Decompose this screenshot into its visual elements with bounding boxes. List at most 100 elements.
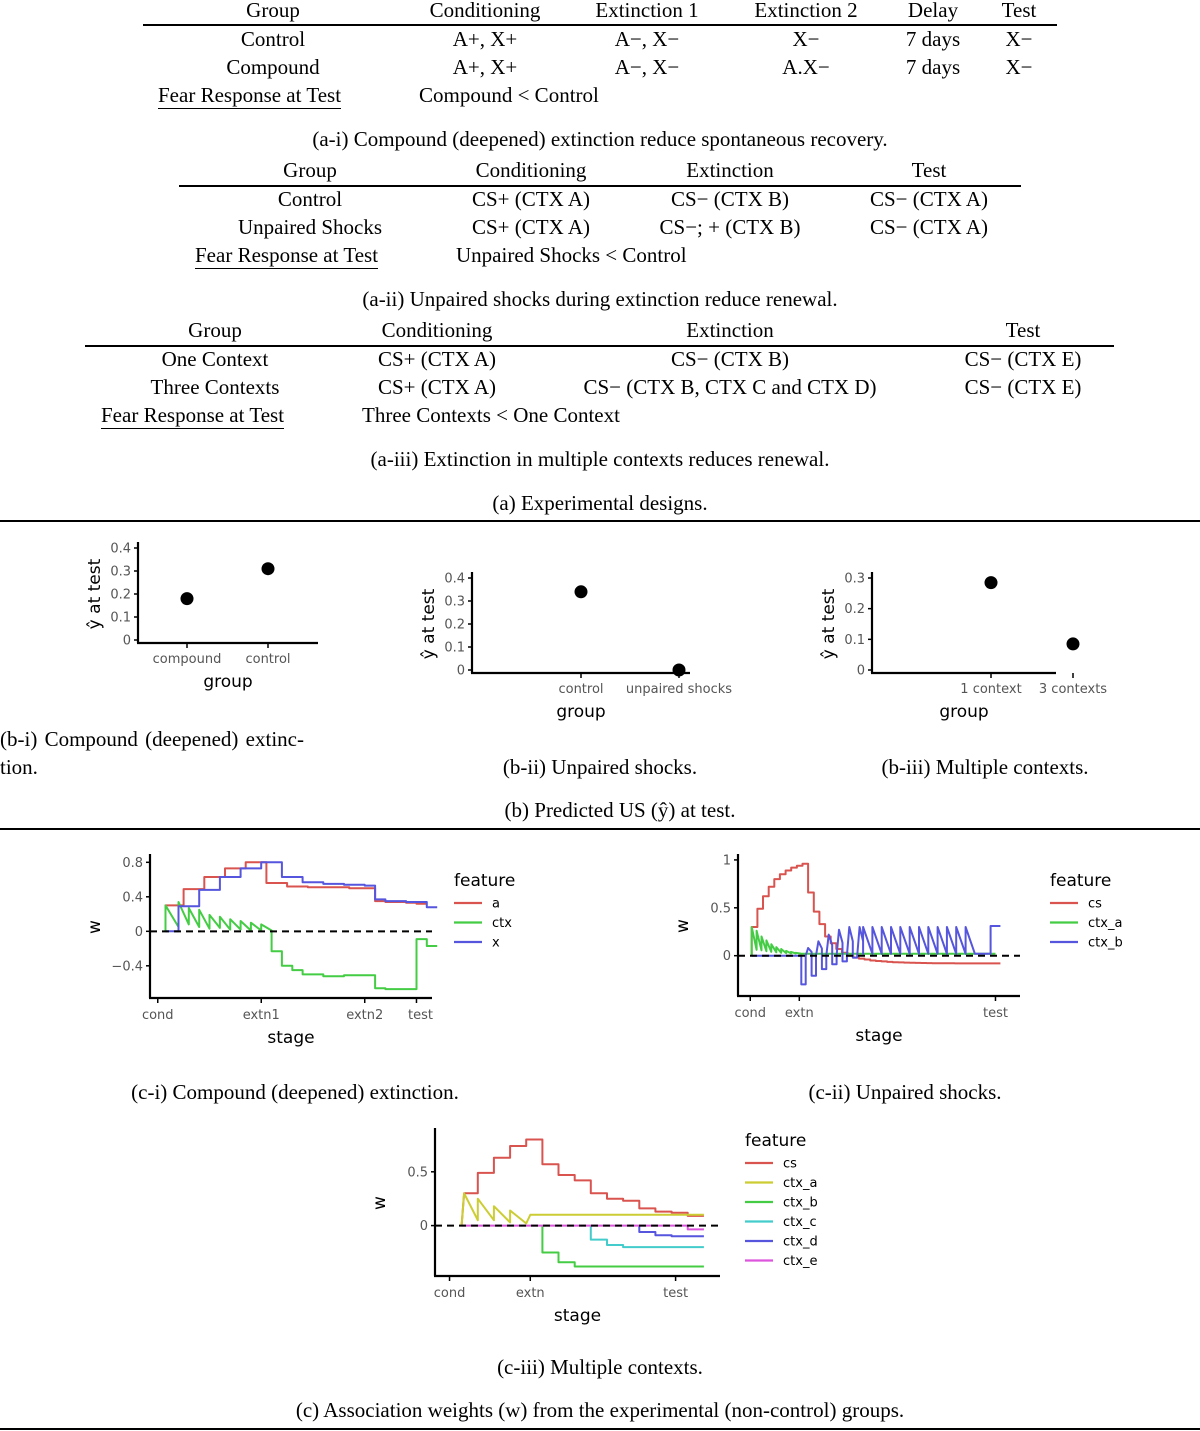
x-tick-label: 1 context: [960, 682, 1021, 697]
table-header: Test: [1001, 0, 1037, 22]
chart-b-ii: 0 0.1 0.2 0.3 0.4 control unpaired shocks group…: [419, 572, 732, 723]
table-cell: CS− (CTX E): [964, 375, 1082, 399]
chart-c-iii: 0 0.5 cond extn test stage w feature cs ctx_a ctx_…: [370, 1128, 818, 1326]
x-tick-label: test: [408, 1008, 433, 1023]
table-cell: A−, X−: [614, 27, 680, 51]
table-header: Test: [911, 158, 947, 182]
table-cell: CS+ (CTX A): [471, 215, 591, 239]
legend-label: ctx_a: [783, 1176, 817, 1191]
table-header: Extinction: [686, 158, 774, 182]
table-header: Extinction 1: [595, 0, 699, 22]
y-axis-title: ŷ at test: [419, 588, 439, 659]
table-cell: CS− (CTX A): [869, 187, 989, 211]
table-cell: One Context: [161, 347, 269, 371]
legend-label: ctx_c: [783, 1215, 817, 1230]
data-point: [672, 663, 686, 677]
legend-label: ctx_d: [783, 1235, 818, 1250]
table-header: Test: [1005, 318, 1041, 342]
caption-b-i-line2: tion.: [0, 755, 38, 779]
caption-c-iii: (c-iii) Multiple contexts.: [497, 1355, 703, 1379]
result-value: Three Contexts < One Context: [362, 403, 620, 427]
y-tick-label: 0: [123, 634, 131, 649]
caption-a-iii: (a-iii) Extinction in multiple contexts …: [370, 447, 830, 471]
section-divider: [0, 1428, 1200, 1430]
y-tick-label: 0.1: [110, 611, 131, 626]
x-tick-label: test: [663, 1286, 688, 1301]
caption-b-ii: (b-ii) Unpaired shocks.: [502, 755, 698, 779]
caption-a: (a) Experimental designs.: [492, 491, 708, 515]
y-axis-title: ŷ at test: [819, 588, 839, 659]
y-tick-label: 0: [457, 664, 465, 679]
table-header: Group: [283, 158, 337, 182]
x-axis-title: stage: [267, 1028, 314, 1048]
y-tick-label: 0.5: [407, 1165, 428, 1180]
y-tick-label: 0: [420, 1219, 428, 1234]
table-cell: X−: [1005, 55, 1033, 79]
caption-a-ii: (a-ii) Unpaired shocks during extinction…: [362, 287, 838, 311]
caption-b-iii: (b-iii) Multiple contexts.: [881, 755, 1089, 779]
table-cell: CS+ (CTX A): [471, 187, 591, 211]
chart-b-iii: 0 0.1 0.2 0.3 1 context 3 contexts group ŷ at t…: [819, 572, 1107, 723]
y-tick-label: −0.4: [111, 959, 143, 974]
table-header: Group: [188, 318, 242, 342]
x-tick-label: extn2: [346, 1008, 383, 1023]
legend-label: ctx_b: [1088, 936, 1123, 951]
table-header: Extinction: [686, 318, 774, 342]
x-tick-label: control: [245, 652, 290, 667]
series-line-cs: [460, 1138, 704, 1226]
y-tick-label: 0.5: [710, 901, 731, 916]
table-cell: 7 days: [905, 27, 961, 51]
caption-b-i-line1: (b-i) Compound (deepened) extinc-: [0, 727, 304, 751]
series-line-ctx: [164, 901, 438, 991]
result-label: Fear Response at Test: [195, 243, 379, 269]
caption-c-ii: (c-ii) Unpaired shocks.: [808, 1080, 1002, 1104]
y-tick-label: 1: [723, 853, 731, 868]
table-a-i: Group Conditioning Extinction 1 Extincti…: [0, 0, 1200, 160]
legend-title: feature: [745, 1131, 806, 1151]
y-axis-title: w: [673, 919, 693, 933]
x-axis-title: stage: [855, 1026, 902, 1046]
table-header: Conditioning: [381, 318, 493, 342]
result-label: Fear Response at Test: [158, 83, 342, 109]
table-cell: Three Contexts: [150, 375, 280, 399]
table-cell: Unpaired Shocks: [237, 215, 383, 239]
caption-b: (b) Predicted US (ŷ) at test.: [504, 798, 736, 822]
legend-label: ctx_a: [1088, 916, 1122, 931]
series-line-ctx-d: [638, 1225, 704, 1238]
legend-label: a: [492, 897, 500, 912]
caption-c-i: (c-i) Compound (deepened) extinction.: [131, 1080, 459, 1104]
table-cell: CS−; + (CTX B): [659, 215, 801, 239]
y-tick-label: 0.3: [110, 565, 131, 580]
table-cell: A.X−: [782, 55, 830, 79]
y-tick-label: 0.4: [122, 890, 143, 905]
table-cell: CS− (CTX B): [670, 187, 790, 211]
y-tick-label: 0.4: [444, 572, 465, 587]
table-a-ii: Group Conditioning Extinction Test Contr…: [0, 158, 1200, 318]
x-tick-label: unpaired shocks: [626, 682, 732, 697]
y-tick-label: 0.2: [110, 588, 131, 603]
table-cell: A+, X+: [452, 27, 518, 51]
table-cell: Control: [277, 187, 343, 211]
chart-c-ii: 0 0.5 1 cond extn test stage w feature cs ctx_actx…: [673, 853, 1123, 1046]
table-header: Group: [246, 0, 300, 22]
x-tick-label: control: [558, 682, 603, 697]
legend-label: x: [492, 936, 500, 951]
x-tick-label: 3 contexts: [1039, 682, 1107, 697]
y-tick-label: 0.2: [444, 618, 465, 633]
chart-c-i: −0.4 0 0.4 0.8 cond extn1 extn2 test stage w featu…: [85, 854, 515, 1048]
x-axis-title: group: [203, 672, 252, 692]
data-point: [180, 592, 194, 606]
table-rule: [143, 24, 1057, 26]
table-cell: CS+ (CTX A): [377, 347, 497, 371]
table-header: Conditioning: [429, 0, 541, 22]
y-tick-label: 0.4: [110, 542, 131, 557]
y-axis-title: w: [85, 920, 105, 934]
legend-label: ctx_e: [783, 1254, 817, 1269]
table-cell: Control: [240, 27, 306, 51]
table-cell: X−: [792, 27, 820, 51]
data-point: [1066, 637, 1080, 651]
table-cell: A−, X−: [614, 55, 680, 79]
y-tick-label: 0.1: [844, 633, 865, 648]
legend-title: feature: [454, 871, 515, 891]
y-tick-label: 0: [857, 664, 865, 679]
